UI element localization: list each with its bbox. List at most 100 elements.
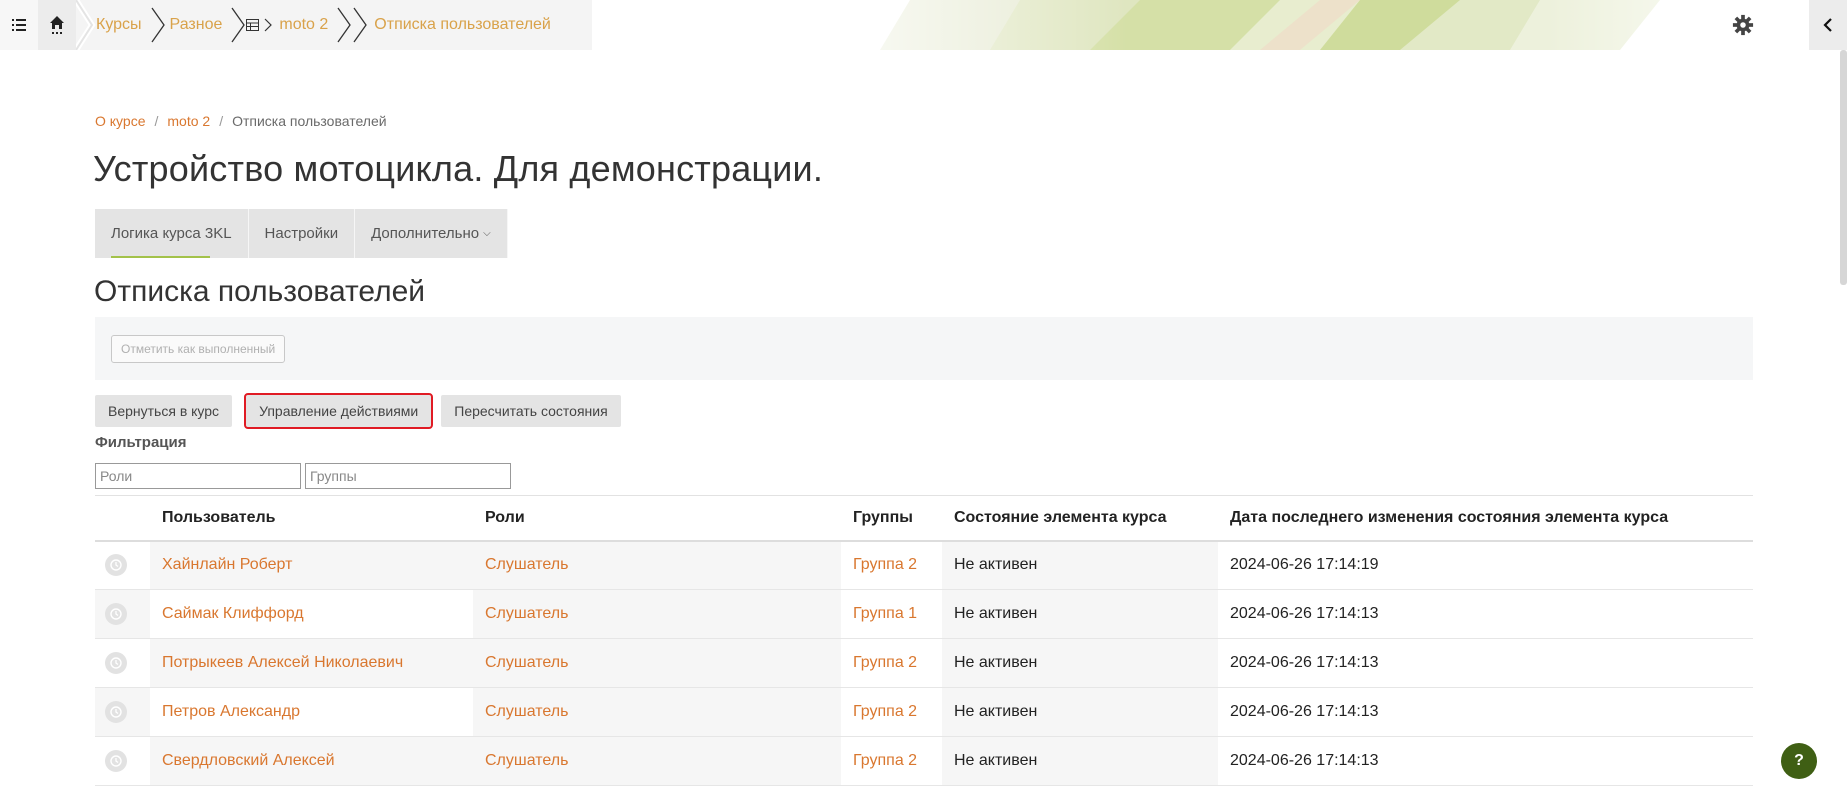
filter-label: Фильтрация	[95, 434, 187, 451]
state-cell: Не активен	[942, 540, 1218, 590]
role-link[interactable]: Слушатель	[485, 654, 568, 671]
user-link[interactable]: Потрыкеев Алексей Николаевич	[162, 654, 403, 671]
users-table: Пользователь Роли Группы Состояние элеме…	[95, 495, 1753, 786]
course-table-icon	[246, 19, 260, 31]
tab-label: Настройки	[264, 225, 339, 242]
user-cell: Петров Александр	[150, 687, 473, 737]
group-link[interactable]: Группа 2	[853, 556, 917, 573]
history-cell	[95, 687, 150, 737]
group-link[interactable]: Группа 2	[853, 703, 917, 720]
navbar-crumb-course[interactable]: moto 2	[279, 16, 328, 34]
home-icon	[50, 16, 64, 34]
role-cell: Слушатель	[473, 638, 841, 688]
role-cell: Слушатель	[473, 589, 841, 639]
history-icon[interactable]	[105, 554, 127, 577]
navbar-crumb-current[interactable]: Отписка пользователей	[374, 16, 551, 34]
gear-icon	[1732, 14, 1754, 36]
user-link[interactable]: Саймак Клиффорд	[162, 605, 304, 622]
drawer-toggle-button[interactable]	[1809, 0, 1847, 50]
tab-label: Дополнительно	[371, 225, 480, 242]
small-chevron-right-icon	[264, 18, 273, 32]
breadcrumb-separator	[151, 7, 165, 43]
recalculate-states-button[interactable]: Пересчитать состояния	[441, 395, 621, 427]
state-cell: Не активен	[942, 589, 1218, 639]
completion-panel: Отметить как выполненный	[95, 317, 1753, 380]
navbar-crumb-misc[interactable]: Разное	[170, 16, 223, 34]
help-button[interactable]: ?	[1781, 743, 1817, 779]
history-icon[interactable]	[105, 652, 127, 674]
mark-as-done-button[interactable]: Отметить как выполненный	[111, 335, 286, 363]
menu-toggle-button[interactable]	[0, 0, 38, 50]
header-groups: Группы	[841, 495, 942, 542]
header-state: Состояние элемента курса	[942, 495, 1218, 542]
table-row: Хайнлайн Роберт Слушатель Группа 2 Не ак…	[95, 540, 1753, 590]
navbar-breadcrumb: Курсы Разное moto 2 Отписка пользователе…	[76, 0, 592, 50]
settings-button[interactable]	[1726, 8, 1760, 42]
header-user: Пользователь	[150, 495, 473, 542]
date-cell: 2024-06-26 17:14:13	[1218, 638, 1753, 688]
chevron-down-icon: ⌵	[483, 228, 491, 239]
role-link[interactable]: Слушатель	[485, 556, 568, 573]
table-row: Саймак Клиффорд Слушатель Группа 1 Не ак…	[95, 589, 1753, 639]
group-cell: Группа 2	[841, 687, 942, 737]
group-link[interactable]: Группа 1	[853, 605, 917, 622]
table-row: Петров Александр Слушатель Группа 2 Не а…	[95, 687, 1753, 737]
tab-settings[interactable]: Настройки	[248, 209, 356, 258]
history-icon[interactable]	[105, 603, 127, 625]
user-cell: Потрыкеев Алексей Николаевич	[150, 638, 473, 688]
group-cell: Группа 2	[841, 736, 942, 786]
date-cell: 2024-06-26 17:14:13	[1218, 589, 1753, 639]
action-buttons: Вернуться в курс Управление действиями П…	[95, 393, 621, 429]
table-row: Потрыкеев Алексей Николаевич Слушатель Г…	[95, 638, 1753, 688]
group-link[interactable]: Группа 2	[853, 654, 917, 671]
page-scrollbar[interactable]	[1840, 50, 1847, 285]
manage-actions-button[interactable]: Управление действиями	[244, 393, 434, 429]
role-link[interactable]: Слушатель	[485, 752, 568, 769]
history-cell	[95, 540, 150, 590]
header-date: Дата последнего изменения состояния элем…	[1218, 495, 1753, 542]
user-cell: Саймак Клиффорд	[150, 589, 473, 639]
top-navbar: Курсы Разное moto 2 Отписка пользователе…	[0, 0, 1847, 50]
user-link[interactable]: Свердловский Алексей	[162, 752, 335, 769]
role-link[interactable]: Слушатель	[485, 703, 568, 720]
history-cell	[95, 638, 150, 688]
history-cell	[95, 589, 150, 639]
tab-course-logic[interactable]: Логика курса 3KL	[95, 209, 249, 258]
user-link[interactable]: Хайнлайн Роберт	[162, 556, 292, 573]
state-cell: Не активен	[942, 638, 1218, 688]
header-decoration	[760, 0, 1810, 50]
user-link[interactable]: Петров Александр	[162, 703, 300, 720]
group-cell: Группа 2	[841, 540, 942, 590]
section-title: Отписка пользователей	[94, 275, 426, 308]
breadcrumb-separator	[353, 7, 368, 43]
table-row: Свердловский Алексей Слушатель Группа 2 …	[95, 736, 1753, 786]
history-icon[interactable]	[105, 750, 127, 772]
tab-more-dropdown[interactable]: Дополнительно ⌵	[355, 209, 508, 258]
user-cell: Хайнлайн Роберт	[150, 540, 473, 590]
roles-filter-input[interactable]	[95, 463, 301, 489]
crumb-about-course[interactable]: О курсе	[95, 113, 145, 129]
group-link[interactable]: Группа 2	[853, 752, 917, 769]
home-button[interactable]	[38, 0, 76, 50]
role-cell: Слушатель	[473, 540, 841, 590]
crumb-separator: /	[154, 113, 159, 129]
date-cell: 2024-06-26 17:14:19	[1218, 540, 1753, 590]
date-cell: 2024-06-26 17:14:13	[1218, 736, 1753, 786]
role-link[interactable]: Слушатель	[485, 605, 568, 622]
group-cell: Группа 1	[841, 589, 942, 639]
header-roles: Роли	[473, 495, 841, 542]
course-title: Устройство мотоцикла. Для демонстрации.	[93, 148, 824, 189]
groups-filter-input[interactable]	[305, 463, 511, 489]
user-cell: Свердловский Алексей	[150, 736, 473, 786]
date-cell: 2024-06-26 17:14:13	[1218, 687, 1753, 737]
role-cell: Слушатель	[473, 687, 841, 737]
tab-label: Логика курса 3KL	[111, 225, 232, 242]
list-icon	[12, 19, 26, 31]
back-to-course-button[interactable]: Вернуться в курс	[95, 395, 233, 427]
navbar-crumb-courses[interactable]: Курсы	[96, 16, 142, 34]
secondary-navigation: Логика курса 3KL Настройки Дополнительно…	[95, 209, 508, 258]
history-icon[interactable]	[105, 701, 127, 723]
crumb-course[interactable]: moto 2	[167, 113, 210, 129]
state-cell: Не активен	[942, 687, 1218, 737]
crumb-current: Отписка пользователей	[232, 113, 387, 129]
